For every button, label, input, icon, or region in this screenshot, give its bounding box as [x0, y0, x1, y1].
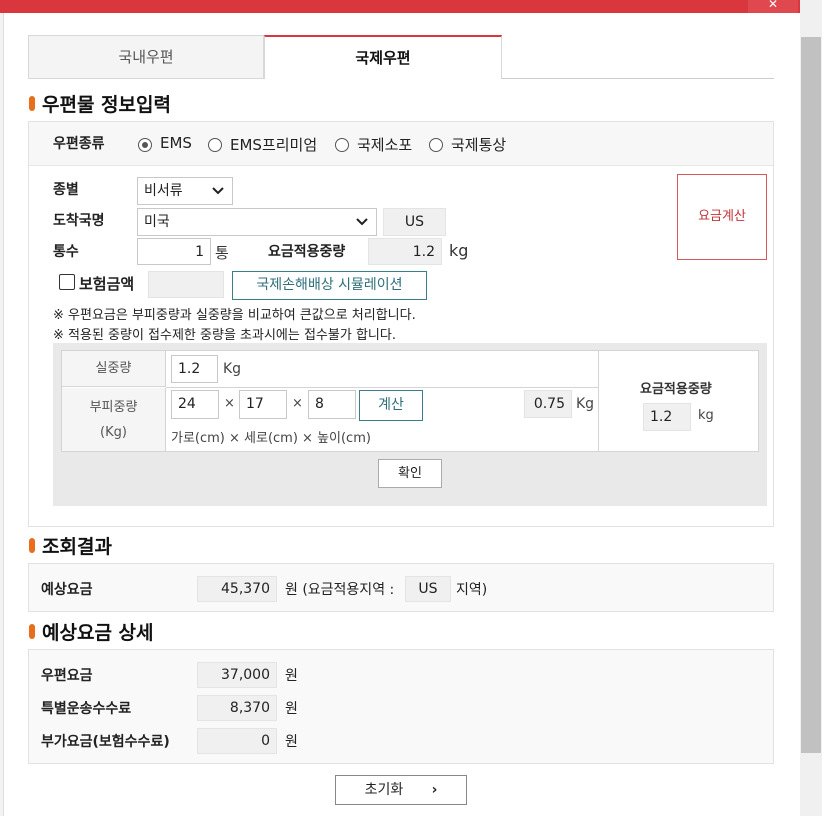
radio-ems-label: EMS	[160, 134, 192, 152]
row-divider	[166, 387, 599, 388]
estimate-suffix: 원 (요금적용지역 :	[285, 582, 395, 598]
damage-simulation-button[interactable]: 국제손해배상 시뮬레이션	[232, 271, 427, 300]
estimate-label: 예상요금	[41, 582, 93, 598]
section-bullet-icon	[29, 538, 35, 553]
tab-international-mail[interactable]: 국제우편	[264, 35, 502, 79]
volume-weight-unit: Kg	[576, 396, 595, 412]
note-line-1: ※ 우편요금은 부피중량과 실중량을 비교하여 큰값으로 처리합니다.	[53, 308, 416, 323]
insurance-amount-field	[148, 271, 224, 298]
radio-intl-parcel-label: 국제소포	[357, 136, 413, 154]
mail-type-label: 우편종류	[53, 136, 105, 152]
count-unit: 통	[215, 244, 229, 262]
radio-intl-letter[interactable]	[429, 138, 443, 152]
category-label: 종별	[53, 182, 79, 198]
category-value: 비서류	[144, 183, 183, 199]
zone-suffix: 지역)	[456, 582, 488, 598]
note-line-2: ※ 적용된 중량이 접수제한 중량을 초과시에는 접수불가 합니다.	[53, 328, 396, 343]
volume-calc-button[interactable]: 계산	[359, 390, 423, 421]
section-title-detail: 예상요금 상세	[42, 622, 154, 644]
applied-weight-unit: kg	[449, 241, 469, 260]
applied-weight-label-panel: 요금적용중량	[640, 382, 712, 397]
volume-weight-label: 부피중량	[89, 400, 138, 415]
dimension-hint: 가로(cm) × 세로(cm) × 높이(cm)	[171, 431, 371, 446]
actual-weight-label: 실중량	[62, 351, 166, 387]
volume-weight-sublabel: (Kg)	[100, 425, 127, 440]
country-select[interactable]: 미국	[137, 208, 377, 236]
tab-domestic-mail[interactable]: 국내우편	[28, 35, 264, 79]
chevron-right-icon: ›	[431, 782, 438, 798]
estimate-value: 45,370	[197, 576, 277, 602]
times-sign: ×	[224, 396, 235, 411]
insurance-fee-unit: 원	[285, 734, 298, 750]
left-window-edge	[0, 0, 4, 816]
count-input[interactable]: 1	[137, 238, 211, 265]
postage-label: 우편요금	[41, 668, 93, 684]
section-bullet-icon	[29, 96, 35, 111]
postage-value: 37,000	[197, 662, 277, 688]
radio-intl-letter-label: 국제통상	[451, 136, 507, 154]
insurance-fee-value: 0	[197, 728, 277, 754]
insurance-fee-label: 부가요금(보험수수료)	[41, 734, 170, 750]
chevron-down-icon	[212, 187, 224, 195]
category-select[interactable]: 비서류	[137, 177, 233, 205]
radio-ems-premium-label: EMS프리미엄	[230, 136, 318, 154]
applied-weight-field: 1.2	[368, 238, 442, 265]
radio-ems[interactable]	[138, 138, 152, 152]
volume-weight-result: 0.75	[524, 390, 572, 418]
window-title-bar	[0, 0, 800, 13]
postage-unit: 원	[285, 668, 298, 684]
height-input[interactable]: 8	[308, 390, 356, 419]
scrollbar-thumb[interactable]	[801, 37, 821, 753]
chevron-down-icon	[356, 218, 368, 226]
reset-button-label: 초기화	[364, 782, 404, 798]
col-divider	[598, 351, 599, 451]
calculate-fee-button[interactable]: 요금계산	[677, 174, 767, 260]
country-code-field: US	[383, 208, 446, 236]
special-transport-fee-value: 8,370	[197, 695, 277, 721]
country-value: 미국	[144, 214, 170, 230]
confirm-button[interactable]: 확인	[378, 459, 442, 488]
zone-value: US	[405, 576, 451, 602]
tab-divider	[502, 78, 774, 79]
reset-button[interactable]: 초기화 ›	[335, 775, 467, 805]
applied-weight-label: 요금적용중량	[268, 244, 346, 260]
radio-ems-premium[interactable]	[208, 138, 222, 152]
length-input[interactable]: 17	[239, 390, 287, 419]
actual-weight-unit: Kg	[223, 361, 242, 377]
radio-intl-parcel[interactable]	[335, 138, 349, 152]
country-label: 도착국명	[53, 213, 105, 229]
insurance-checkbox[interactable]	[59, 274, 75, 290]
applied-weight-panel-field: 1.2	[643, 403, 691, 431]
section-bullet-icon	[29, 624, 35, 639]
special-transport-fee-label: 특별운송수수료	[41, 701, 132, 717]
width-input[interactable]: 24	[171, 390, 219, 419]
actual-weight-input[interactable]: 1.2	[171, 355, 218, 383]
special-transport-fee-unit: 원	[285, 701, 298, 717]
section-title-result: 조회결과	[42, 536, 112, 558]
result-box	[28, 563, 774, 612]
volume-weight-label-cell: 부피중량 (Kg)	[62, 388, 166, 451]
times-sign: ×	[292, 396, 303, 411]
applied-weight-panel-unit: kg	[698, 408, 714, 423]
count-label: 통수	[53, 244, 79, 260]
insurance-label: 보험금액	[79, 275, 135, 293]
close-icon[interactable]: ✕	[748, 0, 798, 13]
section-title-info: 우편물 정보입력	[42, 94, 171, 116]
